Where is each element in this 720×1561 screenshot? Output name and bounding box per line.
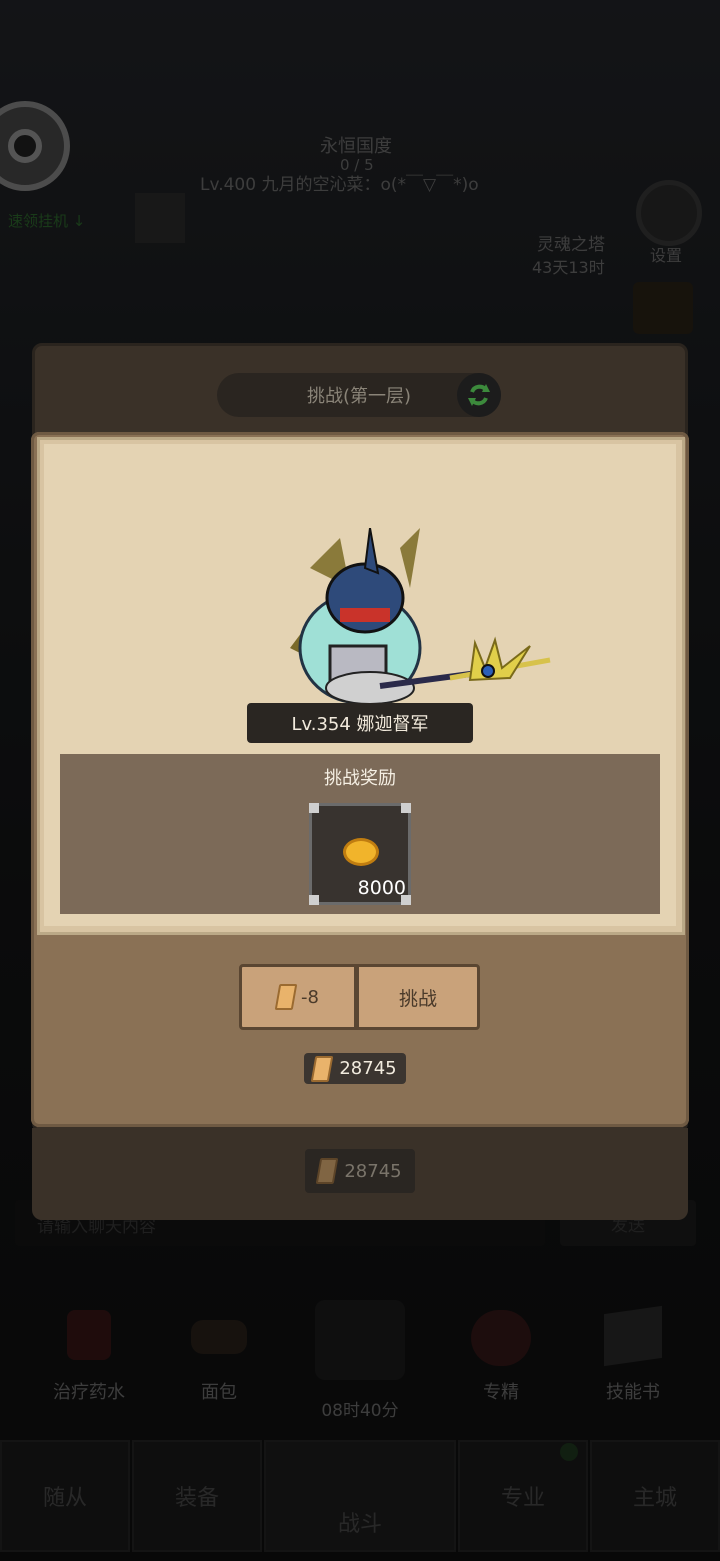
scroll-ticket-icon	[311, 1055, 334, 1082]
scroll-ticket-icon	[274, 984, 298, 1010]
challenge-button[interactable]: 挑战	[356, 964, 480, 1030]
reward-title: 挑战奖励	[324, 768, 396, 789]
ticket-balance: 28745	[304, 1053, 406, 1084]
ticket-balance-behind: 28745	[305, 1149, 415, 1193]
scroll-ticket-icon	[316, 1158, 339, 1184]
challenge-cost-button[interactable]: -8	[239, 964, 357, 1030]
reward-amount: 8000	[357, 877, 406, 899]
refresh-icon[interactable]	[457, 373, 501, 417]
challenge-cost-label: -8	[301, 986, 319, 1008]
monster-name-plate: Lv.354 娜迦督军	[247, 703, 473, 743]
naga-warlord-sprite	[270, 527, 560, 708]
gold-coin-icon	[343, 838, 379, 866]
ticket-balance-value: 28745	[339, 1058, 397, 1079]
ticket-balance-behind-value: 28745	[344, 1160, 402, 1182]
